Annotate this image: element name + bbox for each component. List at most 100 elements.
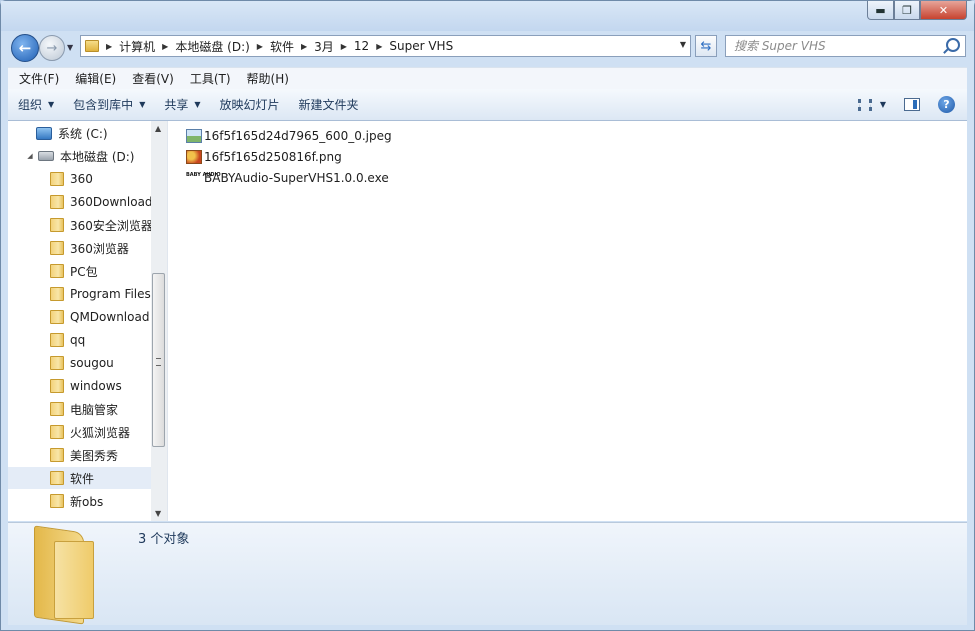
menu-view[interactable]: 查看(V) bbox=[121, 70, 179, 87]
tree-item-folder[interactable]: 360浏览器 bbox=[8, 237, 167, 259]
chevron-down-icon: ▼ bbox=[139, 100, 146, 109]
folder-icon bbox=[50, 379, 64, 393]
expand-arrow-icon[interactable]: ◢ bbox=[26, 152, 34, 160]
tree-item-folder[interactable]: 360 bbox=[8, 168, 167, 190]
tree-item-folder[interactable]: 火狐浏览器 bbox=[8, 421, 167, 443]
tree-item-folder[interactable]: 360Downloads bbox=[8, 191, 167, 213]
folder-icon bbox=[50, 448, 64, 462]
folder-icon bbox=[50, 471, 64, 485]
details-pane: 3 个对象 bbox=[8, 522, 967, 625]
include-in-library-button[interactable]: 包含到库中 ▼ bbox=[63, 89, 154, 120]
menu-edit[interactable]: 编辑(E) bbox=[64, 70, 121, 87]
search-icon[interactable] bbox=[946, 38, 960, 52]
folder-icon bbox=[50, 287, 64, 301]
breadcrumb-item[interactable]: ▶ 软件 bbox=[250, 38, 294, 55]
menu-help[interactable]: 帮助(H) bbox=[236, 70, 294, 87]
close-icon: ✕ bbox=[938, 3, 949, 17]
minimize-icon: ▬ bbox=[875, 3, 886, 17]
breadcrumb-item[interactable]: ▶ Super VHS bbox=[369, 39, 453, 53]
title-bar[interactable] bbox=[1, 1, 974, 31]
scroll-up-icon[interactable]: ▲ bbox=[155, 124, 161, 133]
maximize-icon: ❐ bbox=[902, 3, 912, 17]
organize-button[interactable]: 组织 ▼ bbox=[8, 89, 63, 120]
item-count: 3 个对象 bbox=[138, 532, 190, 547]
tree-item-folder[interactable]: 新obs bbox=[8, 490, 167, 512]
navigation-pane: 系统 (C:) ◢ 本地磁盘 (D:) 360 360Downloads 360安… bbox=[8, 121, 168, 521]
folder-icon bbox=[50, 402, 64, 416]
slideshow-button[interactable]: 放映幻灯片 bbox=[210, 89, 289, 120]
menu-bar: 文件(F) 编辑(E) 查看(V) 工具(T) 帮助(H) bbox=[8, 67, 967, 89]
folder-icon bbox=[50, 333, 64, 347]
back-arrow-icon: ← bbox=[18, 39, 32, 57]
jpeg-image-icon bbox=[186, 129, 202, 143]
tree-item-folder[interactable]: 电脑管家 bbox=[8, 398, 167, 420]
tree-item-local-disk-d[interactable]: ◢ 本地磁盘 (D:) bbox=[8, 145, 167, 167]
breadcrumb-item[interactable]: ▶ 计算机 bbox=[99, 38, 155, 55]
tree-item-folder[interactable]: 360安全浏览器 bbox=[8, 214, 167, 236]
chevron-right-icon[interactable]: ▶ bbox=[106, 42, 112, 51]
menu-file[interactable]: 文件(F) bbox=[8, 70, 64, 87]
view-options-icon[interactable] bbox=[857, 98, 872, 111]
breadcrumb-item[interactable]: ▶ 3月 bbox=[294, 38, 334, 55]
folder-icon bbox=[50, 218, 64, 232]
back-button[interactable]: ← bbox=[11, 34, 39, 62]
chevron-right-icon[interactable]: ▶ bbox=[341, 42, 347, 51]
share-button[interactable]: 共享 ▼ bbox=[154, 89, 209, 120]
search-box[interactable] bbox=[725, 35, 966, 57]
tree-item-folder[interactable]: 美图秀秀 bbox=[8, 444, 167, 466]
search-input[interactable] bbox=[734, 37, 934, 55]
view-dropdown-icon[interactable]: ▼ bbox=[880, 100, 886, 109]
preview-pane-icon[interactable] bbox=[904, 98, 920, 111]
folder-icon bbox=[50, 494, 64, 508]
toolbar-right-group: ▼ ? bbox=[857, 89, 967, 120]
tree-item-system-c[interactable]: 系统 (C:) bbox=[8, 122, 167, 144]
new-folder-button[interactable]: 新建文件夹 bbox=[289, 89, 368, 120]
file-item[interactable]: BABY AUDIO BABYAudio-SuperVHS1.0.0.exe bbox=[186, 168, 389, 188]
content-area: 系统 (C:) ◢ 本地磁盘 (D:) 360 360Downloads 360安… bbox=[8, 121, 967, 521]
folder-icon bbox=[50, 310, 64, 324]
tree-item-folder-selected[interactable]: 软件 bbox=[8, 467, 167, 489]
navigation-scrollbar[interactable]: ▲ ▼ bbox=[151, 121, 167, 521]
folder-icon bbox=[50, 356, 64, 370]
breadcrumb-item[interactable]: ▶ 本地磁盘 (D:) bbox=[155, 38, 250, 55]
folder-icon bbox=[50, 172, 64, 186]
recent-pages-dropdown-icon[interactable]: ▼ bbox=[67, 43, 73, 52]
file-item[interactable]: 16f5f165d24d7965_600_0.jpeg bbox=[186, 126, 392, 146]
maximize-button[interactable]: ❐ bbox=[894, 1, 920, 20]
tree-item-folder[interactable]: PC包 bbox=[8, 260, 167, 282]
explorer-window: ▬ ❐ ✕ ← → ▼ ▶ 计算机 ▶ 本地磁盘 (D:) ▶ 软件 ▶ 3月 ▶ 12 … bbox=[0, 0, 975, 631]
chevron-right-icon[interactable]: ▶ bbox=[376, 42, 382, 51]
help-icon: ? bbox=[943, 98, 950, 111]
chevron-right-icon[interactable]: ▶ bbox=[301, 42, 307, 51]
breadcrumb-item[interactable]: ▶ 12 bbox=[334, 39, 369, 53]
tree-item-folder[interactable]: windows bbox=[8, 375, 167, 397]
chevron-down-icon: ▼ bbox=[48, 100, 55, 109]
scrollbar-thumb[interactable] bbox=[152, 273, 165, 447]
hard-drive-icon bbox=[38, 151, 54, 161]
address-bar[interactable]: ▶ 计算机 ▶ 本地磁盘 (D:) ▶ 软件 ▶ 3月 ▶ 12 ▶ Super VHS ▼ bbox=[80, 35, 691, 57]
tree-item-folder[interactable]: qq bbox=[8, 329, 167, 351]
chevron-down-icon: ▼ bbox=[194, 100, 201, 109]
tree-item-folder[interactable]: sougou bbox=[8, 352, 167, 374]
file-list: 16f5f165d24d7965_600_0.jpeg 16f5f165d250… bbox=[168, 121, 967, 521]
minimize-button[interactable]: ▬ bbox=[867, 1, 894, 20]
scroll-down-icon[interactable]: ▼ bbox=[155, 509, 161, 518]
file-item[interactable]: 16f5f165d250816f.png bbox=[186, 147, 342, 167]
command-bar: 组织 ▼ 包含到库中 ▼ 共享 ▼ 放映幻灯片 新建文件夹 ▼ ? bbox=[8, 89, 967, 121]
refresh-button[interactable]: ⇆ bbox=[695, 35, 717, 57]
tree-item-folder[interactable]: Program Files bbox=[8, 283, 167, 305]
menu-tools[interactable]: 工具(T) bbox=[179, 70, 236, 87]
baby-audio-exe-icon: BABY AUDIO bbox=[186, 172, 221, 178]
help-button[interactable]: ? bbox=[938, 96, 955, 113]
folder-icon bbox=[85, 40, 99, 52]
refresh-icon: ⇆ bbox=[700, 38, 712, 54]
forward-button[interactable]: → bbox=[39, 35, 65, 61]
large-folder-icon bbox=[34, 525, 94, 625]
chevron-right-icon[interactable]: ▶ bbox=[257, 42, 263, 51]
chevron-right-icon[interactable]: ▶ bbox=[162, 42, 168, 51]
system-drive-icon bbox=[36, 126, 52, 140]
address-history-dropdown-icon[interactable]: ▼ bbox=[680, 40, 686, 49]
close-button[interactable]: ✕ bbox=[920, 1, 967, 20]
tree-item-folder[interactable]: QMDownload bbox=[8, 306, 167, 328]
grip-icon bbox=[156, 358, 161, 366]
